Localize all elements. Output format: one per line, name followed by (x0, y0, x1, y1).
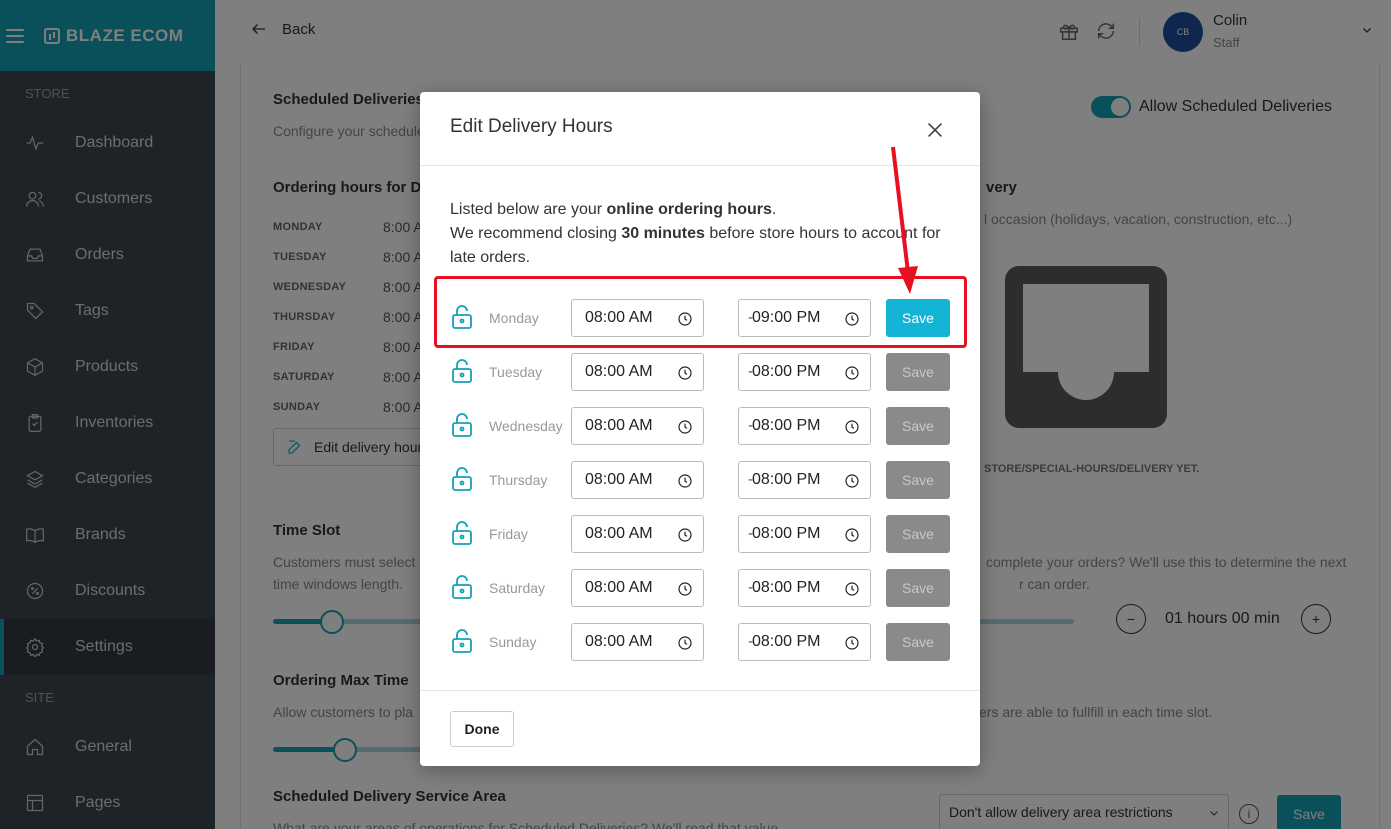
modal-footer: Done (420, 690, 980, 766)
intro-text: Listed below are your (450, 201, 607, 218)
save-button-friday[interactable]: Save (886, 515, 950, 553)
modal-intro: Listed below are your online ordering ho… (450, 198, 960, 270)
day-label: Tuesday (489, 364, 543, 380)
lock-icon[interactable] (450, 520, 474, 546)
close-time-input[interactable]: 08:00 PM (738, 353, 871, 391)
lock-icon[interactable] (450, 358, 474, 384)
open-time-value: 08:00 AM (585, 363, 653, 380)
save-button-tuesday[interactable]: Save (886, 353, 950, 391)
clock-icon (844, 473, 860, 489)
lock-icon[interactable] (450, 574, 474, 600)
modal-title: Edit Delivery Hours (450, 116, 613, 137)
edit-delivery-hours-modal: Edit Delivery Hours Listed below are you… (420, 92, 980, 766)
intro-recommend: We recommend closing (450, 225, 622, 242)
save-button-saturday[interactable]: Save (886, 569, 950, 607)
day-label: Wednesday (489, 418, 563, 434)
clock-icon (677, 635, 693, 651)
close-time-input[interactable]: 08:00 PM (738, 515, 871, 553)
done-button[interactable]: Done (450, 711, 514, 747)
clock-icon (677, 527, 693, 543)
hours-row-tuesday: Tuesday 08:00 AM -08:00 PM Save (450, 353, 950, 391)
open-time-value: 08:00 AM (585, 471, 653, 488)
day-label: Saturday (489, 580, 546, 596)
close-time-value: 08:00 PM (752, 363, 821, 380)
open-time-input[interactable]: 08:00 AM (571, 353, 704, 391)
close-time-input[interactable]: 08:00 PM (738, 623, 871, 661)
open-time-value: 08:00 AM (585, 525, 653, 542)
open-time-input[interactable]: 08:00 AM (571, 623, 704, 661)
day-label: Sunday (489, 634, 537, 650)
open-time-input[interactable]: 08:00 AM (571, 569, 704, 607)
save-button-thursday[interactable]: Save (886, 461, 950, 499)
clock-icon (677, 365, 693, 381)
lock-icon[interactable] (450, 412, 474, 438)
lock-icon[interactable] (450, 628, 474, 654)
save-button-wednesday[interactable]: Save (886, 407, 950, 445)
clock-icon (844, 365, 860, 381)
hours-row-wednesday: Wednesday 08:00 AM -08:00 PM Save (450, 407, 950, 445)
open-time-value: 08:00 AM (585, 633, 653, 650)
modal-header: Edit Delivery Hours (420, 92, 980, 166)
clock-icon (844, 581, 860, 597)
hours-row-sunday: Sunday 08:00 AM -08:00 PM Save (450, 623, 950, 661)
close-time-input[interactable]: 08:00 PM (738, 461, 871, 499)
open-time-input[interactable]: 08:00 AM (571, 515, 704, 553)
open-time-value: 08:00 AM (585, 579, 653, 596)
close-time-input[interactable]: 08:00 PM (738, 407, 871, 445)
clock-icon (844, 635, 860, 651)
open-time-input[interactable]: 08:00 AM (571, 461, 704, 499)
close-time-value: 08:00 PM (752, 417, 821, 434)
intro-period: . (771, 201, 777, 218)
hours-row-thursday: Thursday 08:00 AM -08:00 PM Save (450, 461, 950, 499)
lock-icon[interactable] (450, 466, 474, 492)
clock-icon (844, 527, 860, 543)
close-button[interactable] (924, 119, 946, 141)
clock-icon (677, 419, 693, 435)
annotation-highlight (434, 276, 967, 348)
save-button-sunday[interactable]: Save (886, 623, 950, 661)
clock-icon (677, 581, 693, 597)
close-time-value: 08:00 PM (752, 633, 821, 650)
intro-bold-hours: online ordering hours (606, 201, 772, 218)
clock-icon (677, 473, 693, 489)
clock-icon (844, 419, 860, 435)
close-icon (927, 122, 943, 138)
close-time-value: 08:00 PM (752, 471, 821, 488)
open-time-input[interactable]: 08:00 AM (571, 407, 704, 445)
day-label: Friday (489, 526, 528, 542)
intro-bold-minutes: 30 minutes (621, 225, 705, 242)
open-time-value: 08:00 AM (585, 417, 653, 434)
close-time-input[interactable]: 08:00 PM (738, 569, 871, 607)
hours-row-friday: Friday 08:00 AM -08:00 PM Save (450, 515, 950, 553)
day-label: Thursday (489, 472, 548, 488)
close-time-value: 08:00 PM (752, 525, 821, 542)
close-time-value: 08:00 PM (752, 579, 821, 596)
hours-row-saturday: Saturday 08:00 AM -08:00 PM Save (450, 569, 950, 607)
